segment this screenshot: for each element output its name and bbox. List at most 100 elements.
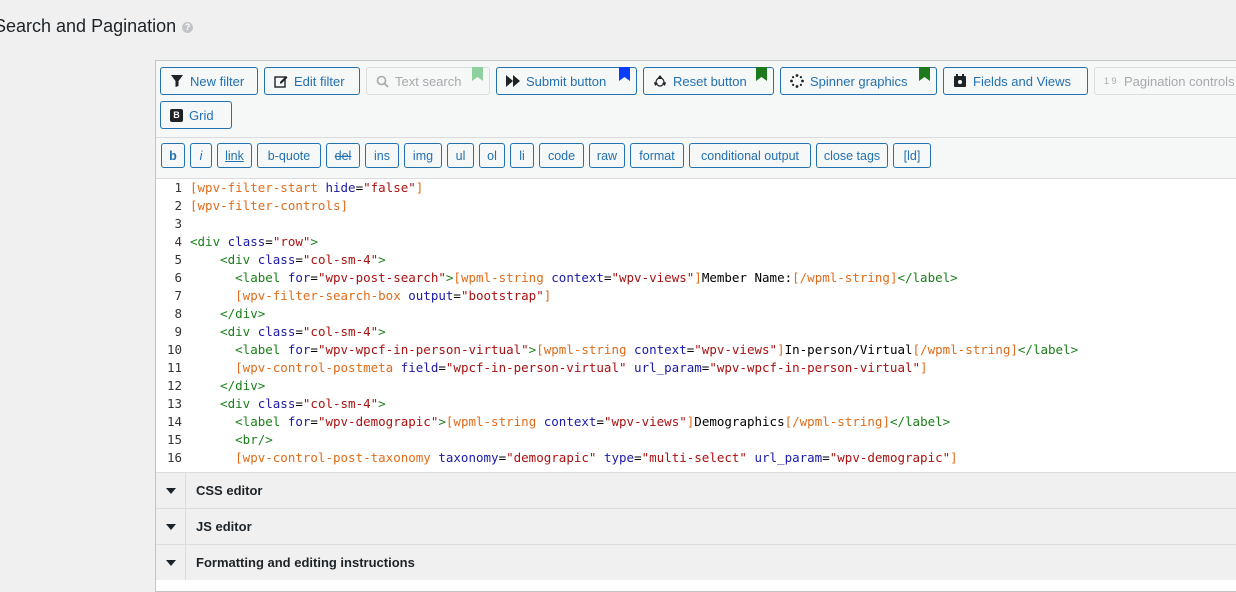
page-title: Search and Pagination? [0, 16, 194, 37]
quicktag-ld[interactable]: [ld] [893, 143, 931, 168]
code-line: 9 <div class="col-sm-4"> [156, 323, 386, 341]
code-token: class [227, 234, 266, 249]
code-token: <label [190, 414, 288, 429]
spinner-graphics-button[interactable]: Spinner graphics [780, 67, 937, 95]
formatting-instructions-section[interactable]: Formatting and editing instructions [156, 544, 1236, 580]
fields-and-views-button[interactable]: Fields and Views [943, 67, 1088, 95]
code-line: 1 [wpv-filter-start hide="false"] [156, 179, 423, 197]
bookmark-icon [619, 67, 630, 81]
code-token: <div [190, 396, 258, 411]
code-token: > [438, 414, 446, 429]
code-token: <br/> [190, 432, 273, 447]
line-number: 13 [166, 396, 182, 411]
line-number: 4 [174, 234, 182, 249]
quicktag-b[interactable]: b [161, 143, 185, 168]
code-token: "wpv-demograpic" [317, 414, 439, 429]
code-token: class [257, 324, 296, 339]
code-token: > [378, 252, 386, 267]
line-number: 7 [174, 288, 182, 303]
code-token: [/wpml-string] [792, 270, 898, 285]
code-token: = [596, 414, 604, 429]
grid-button[interactable]: B Grid [160, 101, 232, 129]
code-line: 8 </div> [156, 305, 265, 323]
pagination-controls-button[interactable]: 1 9 Pagination controls [1094, 67, 1236, 95]
new-filter-button[interactable]: New filter [160, 67, 258, 95]
code-token: "bootstrap" [460, 288, 544, 303]
line-number: 12 [166, 378, 182, 393]
js-editor-section[interactable]: JS editor [156, 508, 1236, 544]
js-editor-label: JS editor [196, 519, 252, 534]
text-search-label: Text search [395, 73, 462, 89]
code-token: = [634, 450, 642, 465]
code-token: [wpv-control-post-taxonomy [190, 450, 439, 465]
help-icon[interactable]: ? [182, 21, 194, 33]
code-token: "col-sm-4" [302, 252, 379, 267]
filter-toolbar: New filter Edit filter Text search Submi… [156, 61, 1236, 138]
code-token: class [257, 396, 296, 411]
code-token: for [287, 270, 311, 285]
submit-button-button[interactable]: Submit button [496, 67, 637, 95]
quicktag-i[interactable]: i [190, 143, 212, 168]
css-editor-section[interactable]: CSS editor [156, 472, 1236, 508]
bookmark-icon [919, 67, 930, 81]
quicktag-li[interactable]: li [510, 143, 534, 168]
quicktag-img[interactable]: img [404, 143, 442, 168]
code-token: Member Name: [701, 270, 793, 285]
code-token: = [453, 288, 461, 303]
code-token: Demographics [694, 414, 785, 429]
code-token: [wpml-string [445, 414, 544, 429]
code-token: url_param [626, 360, 702, 375]
caret-down-icon [156, 509, 186, 544]
pagination-controls-label: Pagination controls [1124, 73, 1235, 89]
code-token: In-person/Virtual [784, 342, 913, 357]
submit-button-label: Submit button [526, 73, 607, 89]
quicktag-code[interactable]: code [539, 143, 584, 168]
quicktag-conditional-output[interactable]: conditional output [689, 143, 811, 168]
code-token: = [310, 270, 318, 285]
code-line: 5 <div class="col-sm-4"> [156, 251, 386, 269]
code-token: field [400, 360, 439, 375]
quicktag-ol[interactable]: ol [479, 143, 505, 168]
text-search-button[interactable]: Text search [366, 67, 490, 95]
code-token: "row" [272, 234, 311, 249]
code-token: [/wpml-string] [784, 414, 890, 429]
code-token: = [822, 450, 830, 465]
quicktag-ins[interactable]: ins [365, 143, 399, 168]
quicktag-b-quote[interactable]: b-quote [257, 143, 321, 168]
formatting-instructions-label: Formatting and editing instructions [196, 555, 415, 570]
code-token: = [295, 324, 303, 339]
quicktags-toolbar: b i link b-quote del ins img ul ol li co… [156, 138, 1236, 179]
code-token: > [378, 396, 386, 411]
code-token: "wpv-views" [694, 342, 778, 357]
code-token: <div [190, 324, 258, 339]
code-token: "wpv-views" [611, 270, 695, 285]
recycle-icon [654, 75, 666, 87]
quicktag-close-tags[interactable]: close tags [816, 143, 888, 168]
code-token: ] [415, 180, 424, 195]
code-line: 10 <label for="wpv-wpcf-in-person-virtua… [156, 341, 1078, 359]
bootstrap-icon: B [170, 108, 183, 122]
code-token: [wpml-string [536, 342, 635, 357]
new-filter-label: New filter [190, 73, 245, 89]
code-line: 6 <label for="wpv-post-search">[wpml-str… [156, 269, 957, 287]
code-token: taxonomy [438, 450, 499, 465]
code-token: <div [190, 234, 228, 249]
code-token: > [378, 324, 386, 339]
code-token: = [498, 450, 507, 465]
code-line: 3 [156, 215, 190, 233]
code-token: "multi-select" [641, 450, 747, 465]
quicktag-ul[interactable]: ul [447, 143, 474, 168]
quicktag-format[interactable]: format [630, 143, 684, 168]
quicktag-link[interactable]: link [217, 143, 252, 168]
quicktag-del[interactable]: del [326, 143, 360, 168]
code-token: ] [777, 342, 785, 357]
code-editor[interactable]: 1 [wpv-filter-start hide="false"] 2 [wpv-f… [156, 179, 1236, 471]
reset-button-button[interactable]: Reset button [643, 67, 774, 95]
code-token: = [265, 234, 273, 249]
edit-filter-button[interactable]: Edit filter [264, 67, 360, 95]
quicktag-raw[interactable]: raw [589, 143, 625, 168]
code-token: = [438, 360, 446, 375]
code-token: class [257, 252, 296, 267]
code-token: = [310, 414, 318, 429]
line-number: 11 [166, 360, 182, 375]
